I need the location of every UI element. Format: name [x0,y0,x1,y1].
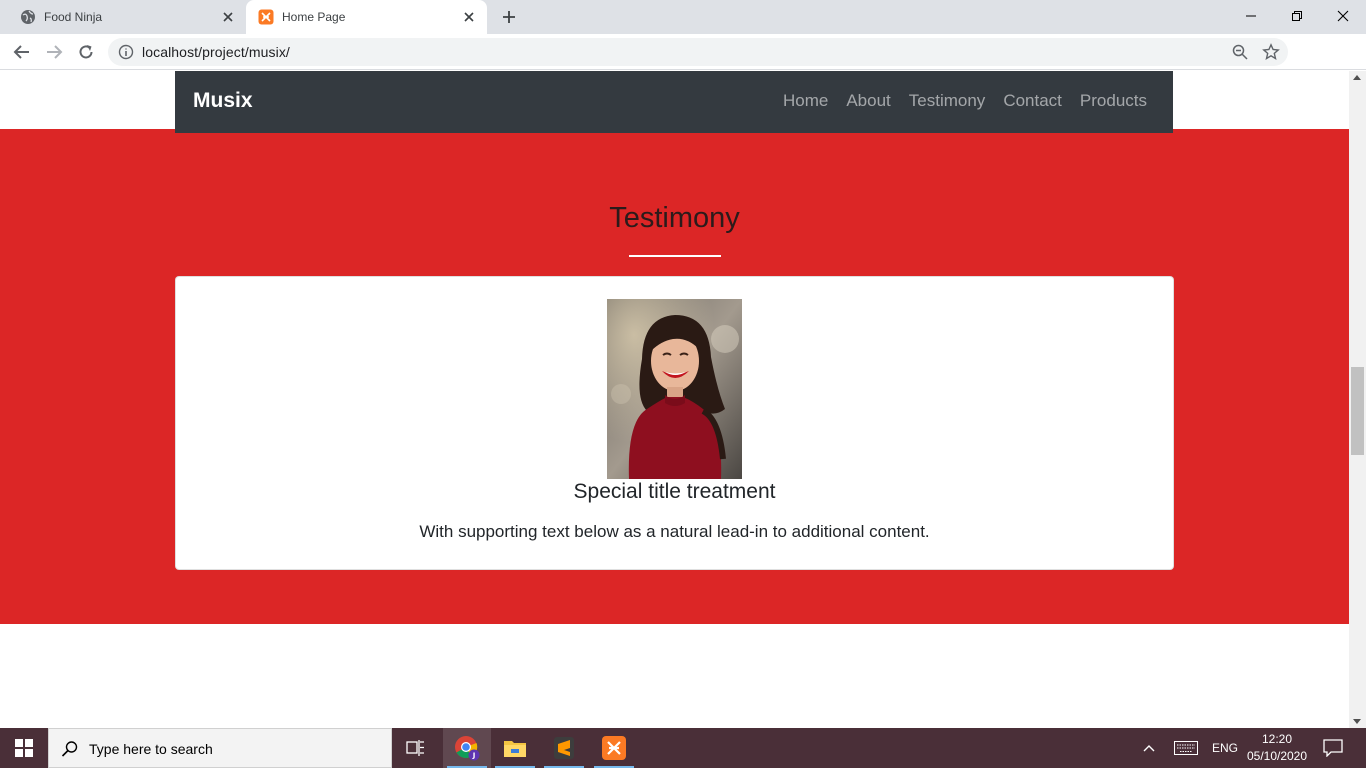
clock-date: 05/10/2020 [1246,749,1308,763]
new-tab-icon[interactable] [498,6,520,28]
windows-logo-icon [15,739,33,757]
tab-title: Home Page [282,10,346,24]
taskbar-xampp[interactable] [590,728,638,768]
sublime-text-icon [554,737,574,759]
title-divider [629,255,721,257]
globe-icon [21,10,35,24]
tab-home-page[interactable]: Home Page [246,0,487,34]
url-text[interactable]: localhost/project/musix/ [142,44,290,60]
site-navbar: Musix Home About Testimony Contact Produ… [175,71,1173,133]
testimony-card: Special title treatment With supporting … [175,276,1174,570]
task-view-button[interactable] [392,728,440,768]
minimize-icon [1246,15,1256,17]
nav-link-about[interactable]: About [846,91,890,111]
taskbar-search[interactable]: Type here to search [48,728,392,768]
close-window-button[interactable] [1320,0,1366,32]
nav-links: Home About Testimony Contact Products [783,91,1147,111]
close-tab-icon[interactable] [220,9,236,25]
taskbar-file-explorer[interactable] [491,728,539,768]
taskbar-clock[interactable]: 12:20 05/10/2020 [1240,731,1314,765]
file-explorer-icon [504,741,526,757]
zoom-out-icon[interactable] [1232,44,1248,60]
windows-taskbar: Type here to search J ENG 12:20 05/10/20… [0,728,1366,768]
page-viewport: Testimony Special title treatment With s… [0,71,1349,728]
back-button[interactable] [10,40,34,64]
bookmark-star-icon[interactable] [1262,43,1280,61]
tab-food-ninja[interactable]: Food Ninja [8,0,246,34]
tab-title: Food Ninja [44,10,103,24]
start-button[interactable] [0,728,48,768]
clock-time: 12:20 [1261,732,1293,746]
card-title: Special title treatment [573,480,776,503]
task-view-icon [406,740,424,756]
scroll-down-icon[interactable] [1353,719,1361,724]
section-title: Testimony [609,202,740,234]
vertical-scrollbar[interactable] [1349,71,1366,728]
xampp-icon [602,736,626,760]
address-bar[interactable]: localhost/project/musix/ [108,38,1288,66]
search-icon [61,741,78,757]
touch-keyboard-button[interactable] [1174,728,1198,768]
minimize-button[interactable] [1228,0,1274,32]
testimony-photo [607,299,742,479]
card-text: With supporting text below as a natural … [419,522,930,541]
browser-toolbar: localhost/project/musix/ J [0,34,1366,97]
nav-link-testimony[interactable]: Testimony [909,91,986,111]
show-hidden-icons[interactable] [1142,728,1156,768]
nav-link-contact[interactable]: Contact [1003,91,1062,111]
arrow-right-icon [47,45,63,59]
arrow-left-icon [13,45,29,59]
close-icon [1337,10,1349,22]
notification-icon [1323,739,1343,757]
taskbar-sublime-text[interactable] [540,728,588,768]
forward-button[interactable] [42,40,66,64]
brand-logo[interactable]: Musix [193,89,253,113]
nav-link-home[interactable]: Home [783,91,828,111]
browser-tab-strip: Food Ninja Home Page [0,0,1366,34]
action-center-button[interactable] [1323,728,1343,768]
search-placeholder: Type here to search [89,741,213,757]
close-tab-icon[interactable] [461,9,477,25]
restore-icon [1292,11,1302,21]
restore-button[interactable] [1274,0,1320,32]
testimony-section: Testimony Special title treatment With s… [0,129,1349,624]
nav-link-products[interactable]: Products [1080,91,1147,111]
xampp-icon [258,9,274,25]
scroll-up-icon[interactable] [1353,75,1361,80]
chrome-icon: J [455,736,480,761]
svg-text:J: J [472,752,476,760]
language-indicator[interactable]: ENG [1212,728,1238,768]
reload-button[interactable] [74,40,98,64]
chevron-up-icon [1143,745,1155,752]
scrollbar-thumb[interactable] [1351,367,1364,455]
keyboard-icon [1174,741,1198,755]
reload-icon [79,45,93,59]
taskbar-chrome[interactable]: J [443,728,491,768]
info-icon[interactable] [118,44,134,60]
